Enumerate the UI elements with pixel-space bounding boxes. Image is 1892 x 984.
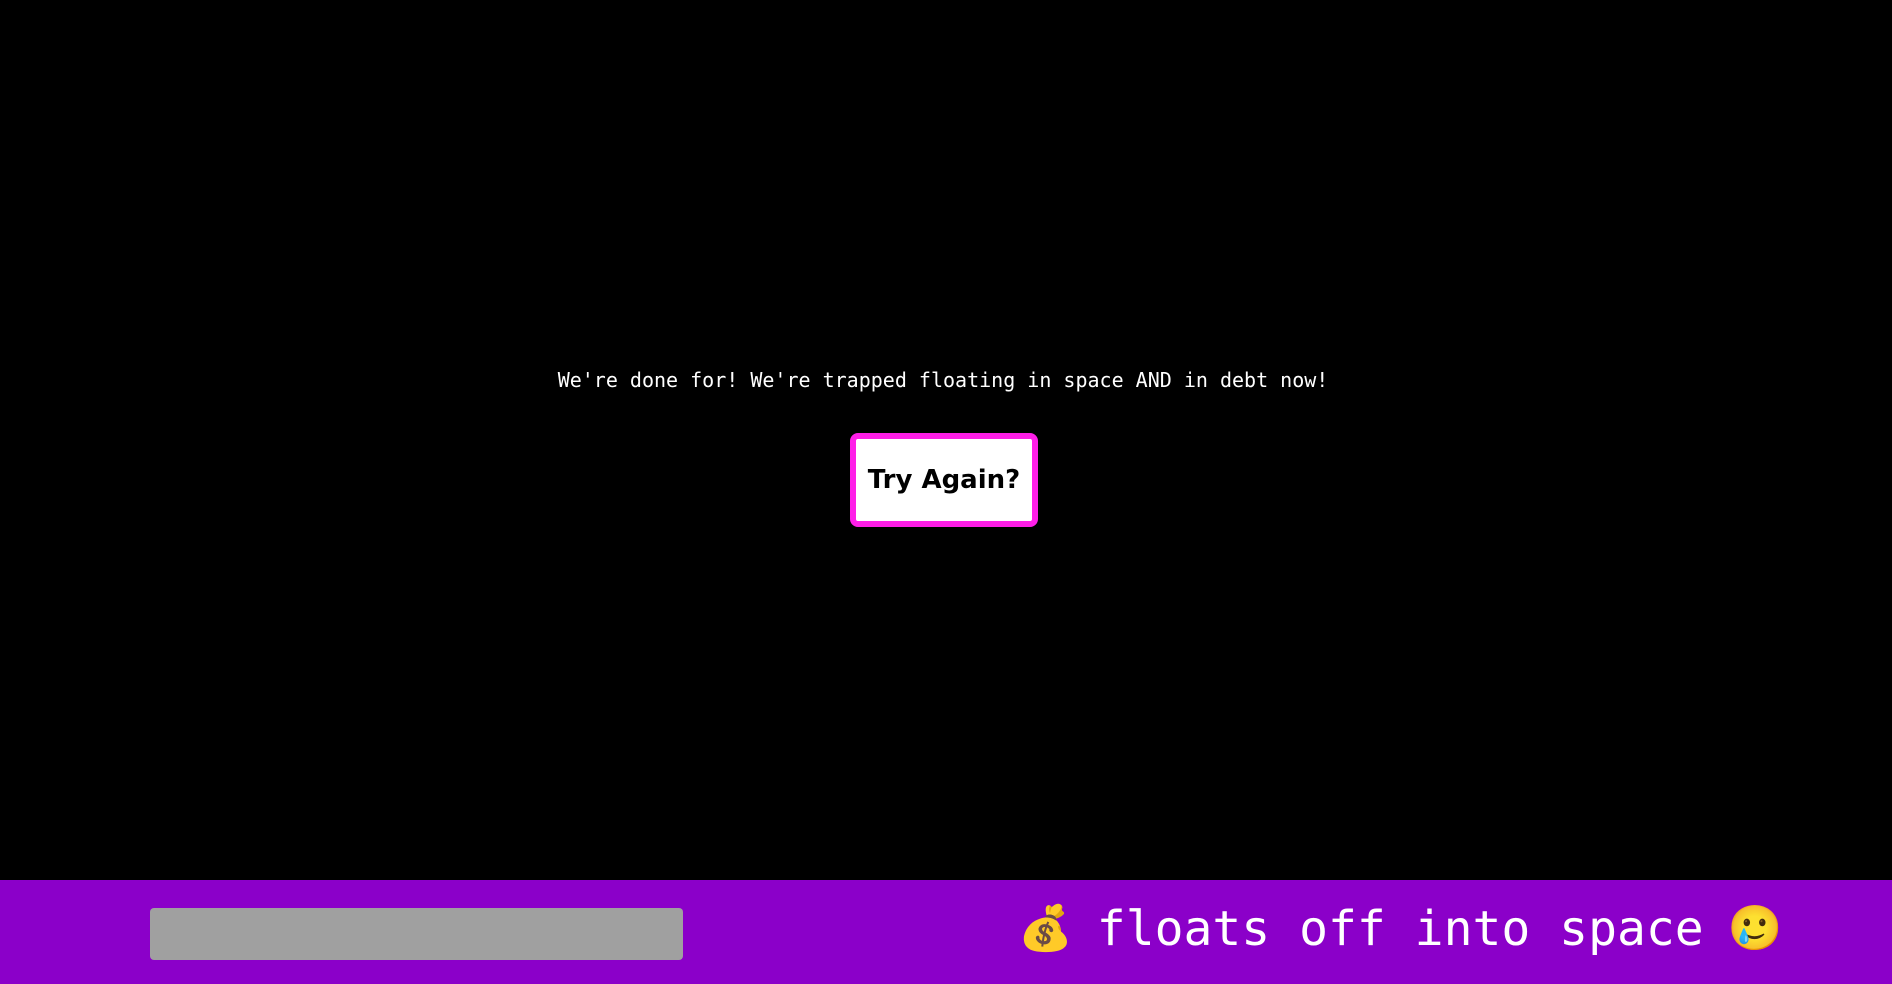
money-bag-icon: 💰: [1018, 903, 1073, 954]
status-bar: 💰 floats off into space 🥲: [0, 880, 1892, 984]
status-text: floats off into space: [1096, 901, 1704, 957]
progress-bar: [150, 908, 683, 960]
game-screen: We're done for! We're trapped floating i…: [0, 0, 1892, 984]
status-message: 💰 floats off into space 🥲: [1018, 898, 1782, 960]
game-over-message: We're done for! We're trapped floating i…: [557, 368, 1329, 392]
try-again-button[interactable]: Try Again?: [850, 433, 1038, 527]
smiling-face-with-tear-icon: 🥲: [1727, 903, 1783, 954]
